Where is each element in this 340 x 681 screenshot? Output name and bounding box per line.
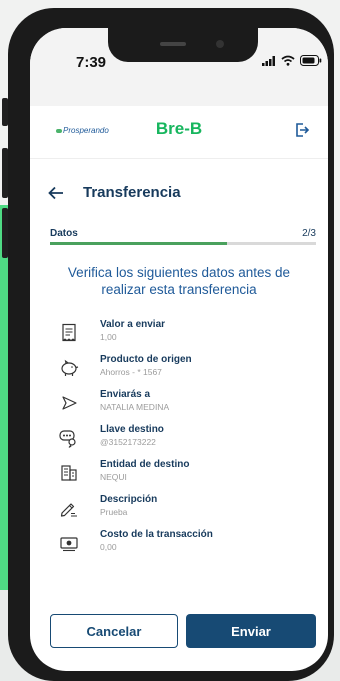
detail-row-entity: Entidad de destino NEQUI xyxy=(30,455,328,490)
phone-screen: 7:39 Prosperando Bre-B Transferencia Dat… xyxy=(30,28,328,671)
detail-label: Descripción xyxy=(100,494,158,505)
detail-value: 0,00 xyxy=(100,542,117,552)
building-icon xyxy=(61,465,77,481)
edit-icon xyxy=(60,503,77,517)
detail-value: NATALIA MEDINA xyxy=(100,402,170,412)
detail-row-origin-product: Producto de origen Ahorros - * 1567 xyxy=(30,350,328,385)
detail-value: 1,00 xyxy=(100,332,117,342)
detail-value: @3152173222 xyxy=(100,437,156,447)
detail-value: Ahorros - * 1567 xyxy=(100,367,162,377)
camera xyxy=(216,40,224,48)
cancel-button[interactable]: Cancelar xyxy=(50,614,178,648)
send-arrow-icon xyxy=(62,396,77,410)
detail-row-key: Llave destino @3152173222 xyxy=(30,420,328,455)
wifi-icon xyxy=(281,55,295,66)
bre-b-logo: Bre-B xyxy=(155,119,203,138)
status-icons xyxy=(262,55,322,66)
detail-label: Costo de la transacción xyxy=(100,529,213,540)
volume-up-button xyxy=(2,148,8,198)
logout-icon[interactable] xyxy=(294,122,310,138)
signal-icon xyxy=(262,55,275,66)
notch xyxy=(108,28,258,62)
cash-icon xyxy=(60,537,78,552)
phone-frame: 7:39 Prosperando Bre-B Transferencia Dat… xyxy=(2,8,334,681)
detail-label: Enviarás a xyxy=(100,389,151,400)
app-header: Prosperando Bre-B xyxy=(30,106,328,159)
battery-icon xyxy=(300,55,322,66)
details-list: Valor a enviar 1,00 Producto de origen A… xyxy=(30,315,328,560)
detail-label: Entidad de destino xyxy=(100,459,190,470)
back-arrow-icon[interactable] xyxy=(48,186,64,200)
page-header: Transferencia xyxy=(30,180,328,210)
detail-row-amount: Valor a enviar 1,00 xyxy=(30,315,328,350)
progress-bar xyxy=(50,242,316,245)
instruction-text: Verifica los siguientes datos antes de r… xyxy=(67,265,291,297)
progress-fill xyxy=(50,242,228,245)
detail-label: Llave destino xyxy=(100,424,164,435)
detail-row-description: Descripción Prueba xyxy=(30,490,328,525)
speaker xyxy=(160,42,186,46)
status-time: 7:39 xyxy=(76,54,107,71)
send-button[interactable]: Enviar xyxy=(186,614,316,648)
page-title: Transferencia xyxy=(83,184,181,201)
detail-row-cost: Costo de la transacción 0,00 xyxy=(30,525,328,560)
detail-value: Prueba xyxy=(100,507,128,517)
step-count: 2/3 xyxy=(302,228,316,239)
mute-button xyxy=(2,98,8,126)
piggy-bank-icon xyxy=(61,359,79,376)
receipt-icon xyxy=(62,323,76,342)
detail-row-recipient: Enviarás a NATALIA MEDINA xyxy=(30,385,328,420)
volume-down-button xyxy=(2,208,8,258)
detail-value: NEQUI xyxy=(100,472,127,482)
detail-label: Valor a enviar xyxy=(100,319,166,330)
key-icon xyxy=(59,430,76,448)
step-label: Datos xyxy=(50,228,78,239)
detail-label: Producto de origen xyxy=(100,354,192,365)
status-bar: 7:39 xyxy=(30,28,328,106)
